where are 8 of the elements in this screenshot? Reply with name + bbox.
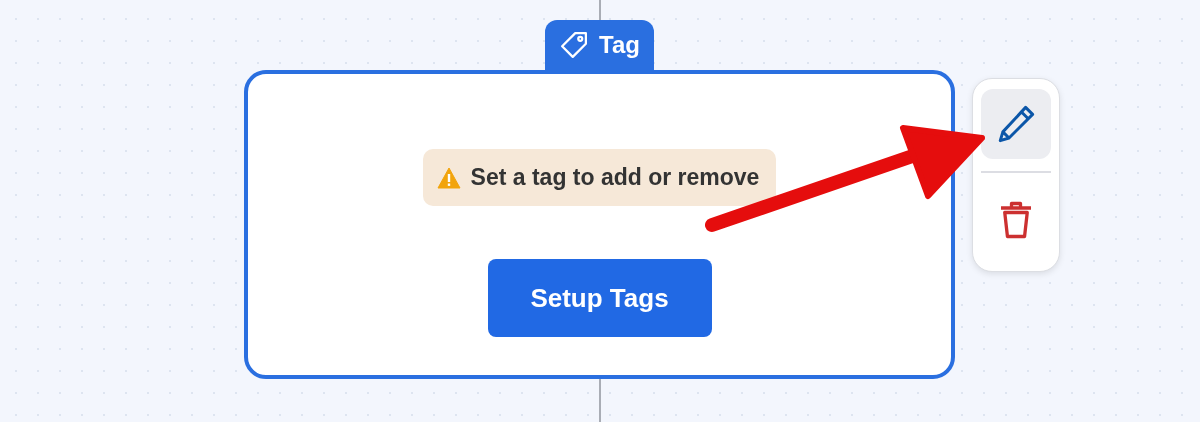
warning-icon — [436, 166, 461, 189]
trash-icon — [998, 200, 1034, 240]
edit-button[interactable] — [981, 89, 1051, 159]
warning-text: Set a tag to add or remove — [470, 164, 760, 191]
tag-icon — [559, 30, 590, 60]
setup-tags-button[interactable]: Setup Tags — [487, 259, 712, 337]
node-title: Tag — [599, 31, 640, 59]
node-card[interactable]: Set a tag to add or remove Setup Tags — [244, 70, 955, 379]
